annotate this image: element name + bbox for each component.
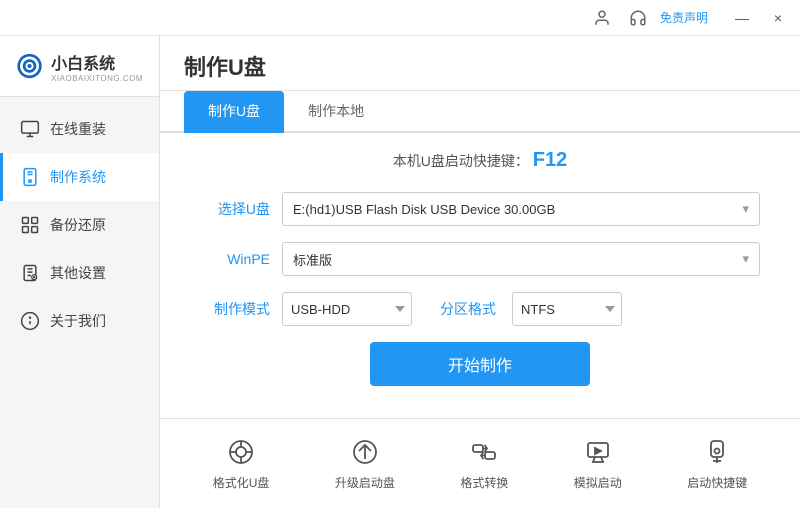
simulate-boot-label: 模拟启动 bbox=[574, 474, 622, 491]
bottom-toolbar: 格式化U盘 升级启动盘 bbox=[160, 418, 800, 508]
logo-name: 小白系统 bbox=[51, 50, 143, 74]
mode-partition-row: 制作模式 USB-HDD USB-ZIP 分区格式 NTFS FAT32 bbox=[200, 292, 760, 326]
select-usb-label: 选择U盘 bbox=[200, 199, 270, 219]
winpe-label: WinPE bbox=[200, 251, 270, 267]
online-reinstall-icon bbox=[20, 119, 40, 139]
about-us-icon bbox=[20, 311, 40, 331]
close-button[interactable]: × bbox=[764, 4, 792, 32]
sidebar: 小白系统 XIAOBAIXITONG.COM 在线重装 bbox=[0, 36, 160, 508]
select-usb-row: 选择U盘 E:(hd1)USB Flash Disk USB Device 30… bbox=[200, 192, 760, 226]
partition-label: 分区格式 bbox=[440, 299, 496, 319]
logo-area: 小白系统 XIAOBAIXITONG.COM bbox=[0, 36, 159, 97]
sidebar-item-label: 其他设置 bbox=[50, 263, 106, 283]
winpe-dropdown[interactable]: 标准版 bbox=[282, 242, 760, 276]
mode-label: 制作模式 bbox=[200, 299, 270, 319]
format-convert-button[interactable]: 格式转换 bbox=[450, 430, 518, 497]
upgrade-boot-icon bbox=[349, 436, 381, 468]
sidebar-item-label: 关于我们 bbox=[50, 311, 106, 331]
minimize-button[interactable]: — bbox=[728, 4, 756, 32]
shortcut-hint: 本机U盘启动快捷键： F12 bbox=[200, 149, 760, 172]
make-system-icon bbox=[20, 167, 40, 187]
sidebar-menu: 在线重装 制作系统 bbox=[0, 97, 159, 508]
sidebar-item-online-reinstall[interactable]: 在线重装 bbox=[0, 105, 159, 153]
main-layout: 小白系统 XIAOBAIXITONG.COM 在线重装 bbox=[0, 36, 800, 508]
start-make-button[interactable]: 开始制作 bbox=[370, 342, 590, 386]
tab-make-usb[interactable]: 制作U盘 bbox=[184, 91, 284, 133]
sidebar-item-label: 制作系统 bbox=[50, 167, 106, 187]
sidebar-item-make-system[interactable]: 制作系统 bbox=[0, 153, 159, 201]
upgrade-boot-label: 升级启动盘 bbox=[335, 474, 395, 491]
sidebar-item-label: 在线重装 bbox=[50, 119, 106, 139]
sidebar-item-about-us[interactable]: 关于我们 bbox=[0, 297, 159, 345]
sidebar-item-label: 备份还原 bbox=[50, 215, 106, 235]
winpe-value: 标准版 bbox=[293, 250, 332, 269]
headset-icon[interactable] bbox=[624, 4, 652, 32]
logo-icon bbox=[16, 48, 43, 84]
page-header: 制作U盘 bbox=[160, 36, 800, 91]
title-bar-icons: 免责声明 — × bbox=[588, 4, 792, 32]
logo-sub: XIAOBAIXITONG.COM bbox=[51, 74, 143, 83]
partition-select[interactable]: NTFS FAT32 bbox=[512, 292, 622, 326]
select-usb-dropdown[interactable]: E:(hd1)USB Flash Disk USB Device 30.00GB bbox=[282, 192, 760, 226]
free-declaration-link[interactable]: 免责声明 bbox=[660, 9, 708, 26]
format-usb-icon bbox=[225, 436, 257, 468]
backup-restore-icon bbox=[20, 215, 40, 235]
select-usb-value: E:(hd1)USB Flash Disk USB Device 30.00GB bbox=[293, 202, 555, 217]
page-title: 制作U盘 bbox=[184, 55, 266, 80]
format-usb-label: 格式化U盘 bbox=[213, 474, 270, 491]
sidebar-item-other-settings[interactable]: 其他设置 bbox=[0, 249, 159, 297]
winpe-row: WinPE 标准版 bbox=[200, 242, 760, 276]
logo-text: 小白系统 XIAOBAIXITONG.COM bbox=[51, 50, 143, 83]
boot-shortcut-button[interactable]: 启动快捷键 bbox=[677, 430, 757, 497]
simulate-boot-icon bbox=[582, 436, 614, 468]
boot-shortcut-icon bbox=[701, 436, 733, 468]
simulate-boot-button[interactable]: 模拟启动 bbox=[564, 430, 632, 497]
boot-shortcut-label: 启动快捷键 bbox=[687, 474, 747, 491]
format-usb-button[interactable]: 格式化U盘 bbox=[203, 430, 280, 497]
sidebar-item-backup-restore[interactable]: 备份还原 bbox=[0, 201, 159, 249]
upgrade-boot-button[interactable]: 升级启动盘 bbox=[325, 430, 405, 497]
form-area: 本机U盘启动快捷键： F12 选择U盘 E:(hd1)USB Flash Dis… bbox=[160, 133, 800, 418]
format-convert-icon bbox=[468, 436, 500, 468]
other-settings-icon bbox=[20, 263, 40, 283]
tab-make-local[interactable]: 制作本地 bbox=[284, 91, 388, 133]
format-convert-label: 格式转换 bbox=[460, 474, 508, 491]
tabs: 制作U盘 制作本地 bbox=[160, 91, 800, 133]
shortcut-key: F12 bbox=[533, 149, 567, 171]
title-bar: 免责声明 — × bbox=[0, 0, 800, 36]
user-icon[interactable] bbox=[588, 4, 616, 32]
content-area: 制作U盘 制作U盘 制作本地 本机U盘启动快捷键： F12 选择U盘 E:(hd… bbox=[160, 36, 800, 508]
shortcut-hint-text: 本机U盘启动快捷键： bbox=[393, 153, 529, 169]
mode-select[interactable]: USB-HDD USB-ZIP bbox=[282, 292, 412, 326]
